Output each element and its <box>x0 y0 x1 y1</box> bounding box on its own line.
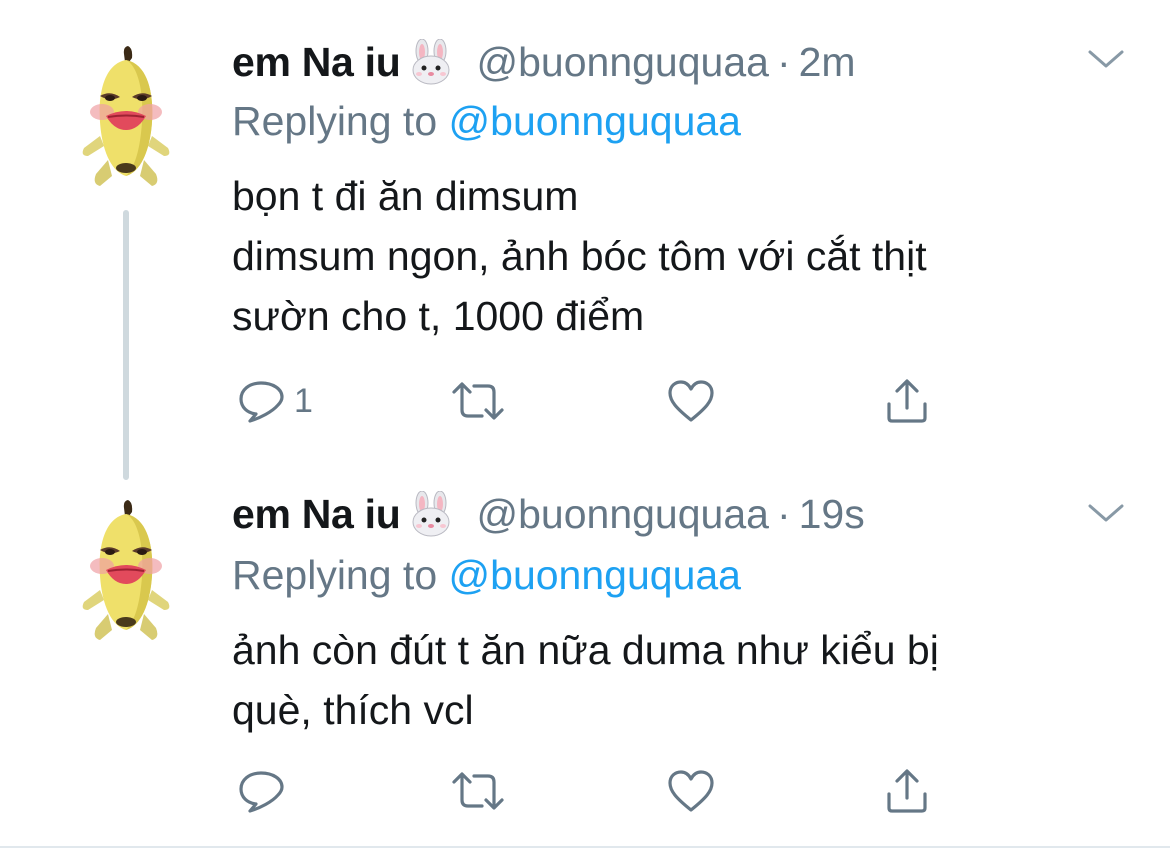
tweet-header: em Na iu @buonnguquaa · 19s <box>232 488 865 540</box>
tweet-text-line: dimsum ngon, ảnh bóc tôm với cắt thịt <box>232 233 927 279</box>
share-icon <box>887 769 927 813</box>
retweet-button[interactable] <box>450 764 506 818</box>
chevron-down-icon <box>1088 50 1124 68</box>
tweet-text-line: què, thích vcl <box>232 687 474 733</box>
tweet-header: em Na iu @buonnguquaa · 2m <box>232 36 856 88</box>
display-name[interactable]: em Na iu <box>232 488 401 540</box>
replying-to: Replying to @buonnguquaa <box>232 96 741 146</box>
replying-to-label: Replying to <box>232 98 438 144</box>
more-options-button[interactable] <box>1086 44 1126 74</box>
replying-to-label: Replying to <box>232 552 438 598</box>
heart-icon <box>668 380 714 422</box>
retweet-button[interactable] <box>450 374 506 428</box>
heart-icon <box>668 770 714 812</box>
separator-dot: · <box>776 39 791 85</box>
display-name[interactable]: em Na iu <box>232 36 401 88</box>
like-button[interactable] <box>666 764 716 818</box>
banana-avatar-icon <box>82 46 170 186</box>
timestamp[interactable]: 2m <box>799 36 856 88</box>
share-button[interactable] <box>882 374 932 428</box>
reply-icon <box>239 771 284 813</box>
tweet[interactable]: em Na iu @buonnguquaa · 2m Replying to @… <box>0 0 1170 480</box>
divider <box>0 846 1170 848</box>
replying-to-handle-link[interactable]: @buonnguquaa <box>449 552 741 598</box>
tweet-text: ảnh còn đút t ăn nữa duma như kiểu bị qu… <box>232 620 1132 740</box>
tweet-actions <box>232 764 952 818</box>
tweet-text-line: sườn cho t, 1000 điểm <box>232 293 645 339</box>
tweet-text: bọn t đi ăn dimsum dimsum ngon, ảnh bóc … <box>232 166 1132 346</box>
reply-button[interactable]: 1 <box>236 374 313 428</box>
user-handle[interactable]: @buonnguquaa <box>477 36 769 88</box>
avatar[interactable] <box>78 496 174 646</box>
user-handle[interactable]: @buonnguquaa <box>477 488 769 540</box>
banana-avatar-icon <box>82 500 170 640</box>
thread-connector-line <box>123 210 129 480</box>
tweet-text-line: bọn t đi ăn dimsum <box>232 173 579 219</box>
reply-count: 1 <box>294 382 313 420</box>
retweet-icon <box>452 382 504 420</box>
tweet-actions: 1 <box>232 374 952 428</box>
replying-to-handle-link[interactable]: @buonnguquaa <box>449 98 741 144</box>
replying-to: Replying to @buonnguquaa <box>232 550 741 600</box>
reply-button[interactable] <box>236 764 294 818</box>
share-icon <box>887 379 927 423</box>
reply-icon <box>239 381 284 423</box>
more-options-button[interactable] <box>1086 498 1126 528</box>
avatar[interactable] <box>78 42 174 192</box>
tweet[interactable]: em Na iu @buonnguquaa · 19s Replying to <box>0 458 1170 846</box>
chevron-down-icon <box>1088 504 1124 522</box>
tweet-text-line: ảnh còn đút t ăn nữa duma như kiểu bị <box>232 627 939 673</box>
rabbit-face-icon <box>407 38 455 85</box>
rabbit-face-icon <box>407 490 455 537</box>
like-button[interactable] <box>666 374 716 428</box>
retweet-icon <box>452 772 504 810</box>
separator-dot: · <box>776 491 791 537</box>
timestamp[interactable]: 19s <box>799 488 865 540</box>
share-button[interactable] <box>882 764 932 818</box>
